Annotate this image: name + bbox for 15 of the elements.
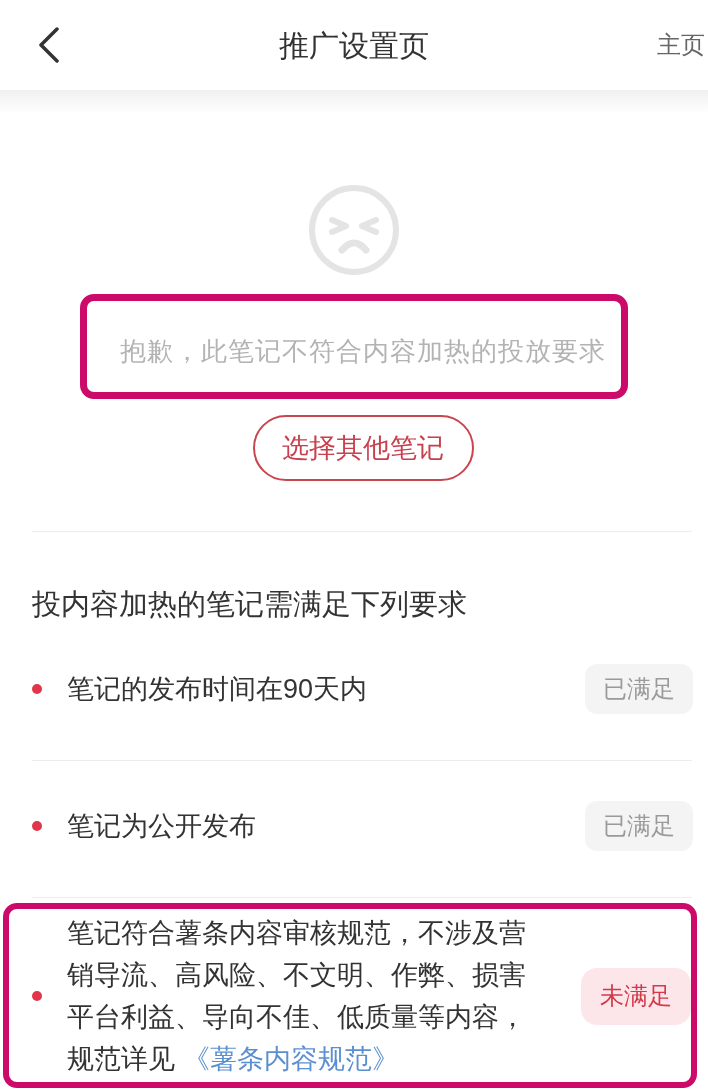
rule-link[interactable]: 《薯条内容规范》 — [183, 1044, 399, 1074]
requirements-heading: 投内容加热的笔记需满足下列要求 — [32, 587, 468, 622]
upset-face-icon — [308, 184, 400, 276]
requirement-text: 笔记为公开发布 — [67, 810, 256, 843]
page-title: 推广设置页 — [279, 27, 429, 64]
status-badge: 已满足 — [585, 801, 693, 851]
back-button[interactable] — [36, 25, 62, 65]
status-badge: 未满足 — [581, 967, 691, 1025]
requirement-text: 笔记符合薯条内容审核规范，不涉及营销导流、高风险、不文明、作弊、损害平台利益、导向不佳、低质量等内容，规范详见 《薯条内容规范》 — [67, 917, 527, 1076]
status-badge: 已满足 — [585, 664, 693, 714]
back-icon — [38, 27, 60, 63]
choose-other-note-button[interactable]: 选择其他笔记 — [252, 415, 474, 481]
home-link[interactable]: 主页 — [657, 27, 705, 63]
requirement-text: 笔记的发布时间在90天内 — [67, 673, 368, 706]
notice-message: 抱歉，此笔记不符合内容加热的投放要求 — [120, 335, 606, 368]
